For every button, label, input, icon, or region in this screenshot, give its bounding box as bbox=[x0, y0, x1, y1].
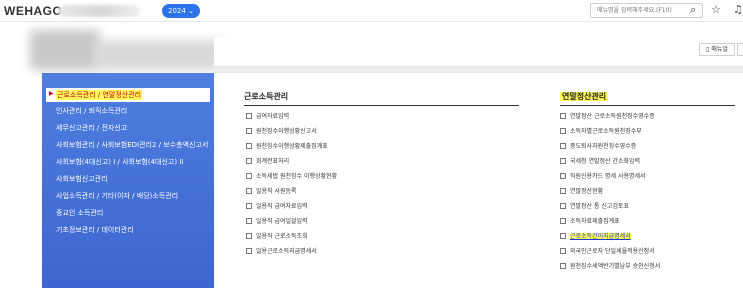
yearend-section-title: 연말정산관리 bbox=[560, 92, 609, 101]
menu-link[interactable]: 일용근로소득지급명세서 bbox=[246, 246, 317, 255]
menu-link[interactable]: 일용직 급여자료입력 bbox=[246, 201, 308, 210]
menu-link[interactable]: 원천징수이행상황신고서 bbox=[246, 126, 317, 135]
open-link-icon bbox=[246, 113, 252, 119]
menu-link-highlighted[interactable]: 근로소득간이지급명세서 bbox=[560, 231, 631, 240]
menu-link[interactable]: 급여자료입력 bbox=[246, 111, 289, 120]
open-link-icon bbox=[246, 173, 252, 179]
blurred-profile-area bbox=[0, 22, 232, 72]
menu-link[interactable]: 소득자별근로소득원천징수부 bbox=[560, 126, 642, 135]
sidebar-item[interactable]: 사회보험(4대신고) I / 사회보험(4대신고) II bbox=[56, 157, 183, 167]
manual-label: 매뉴얼 bbox=[711, 46, 728, 53]
open-link-icon bbox=[246, 248, 252, 254]
open-link-icon bbox=[246, 218, 252, 224]
open-link-icon bbox=[560, 113, 566, 119]
sidebar-item[interactable]: 기초정보관리 / 데이터관리 bbox=[56, 225, 134, 235]
sidebar-item-label: 근로소득관리 / 연말정산관리 bbox=[56, 90, 143, 100]
open-link-icon bbox=[246, 203, 252, 209]
menu-link[interactable]: 외국인근로자 단일세율적용신청서 bbox=[560, 246, 655, 255]
open-link-icon bbox=[560, 263, 566, 269]
open-link-icon bbox=[246, 143, 252, 149]
open-link-icon bbox=[560, 143, 566, 149]
sidebar-item[interactable]: 종교인 소득관리 bbox=[56, 208, 103, 218]
income-section-rule bbox=[244, 105, 519, 106]
open-link-icon bbox=[246, 233, 252, 239]
menu-link[interactable]: 국세청 연말정산 간소화입력 bbox=[560, 156, 640, 165]
open-link-icon bbox=[560, 248, 566, 254]
menu-link[interactable]: 연말정산 통 신고검토표 bbox=[560, 201, 629, 210]
menu-link[interactable]: 일용직 사원등록 bbox=[246, 186, 297, 195]
open-link-icon bbox=[246, 128, 252, 134]
sidebar-item-active[interactable]: ▶ 근로소득관리 / 연말정산관리 bbox=[46, 88, 210, 102]
menu-link[interactable]: 원천징수세액반기별납부 승인신청서 bbox=[560, 261, 660, 270]
menu-link[interactable]: 일용직 급여일괄입력 bbox=[246, 216, 308, 225]
sidebar-item[interactable]: 인사관리 / 퇴직소득관리 bbox=[56, 106, 127, 116]
toolbar-overflow-button[interactable] bbox=[737, 43, 743, 56]
wehago-logo[interactable]: WEHAGO bbox=[4, 4, 62, 18]
open-link-icon bbox=[560, 233, 566, 239]
yearend-section-rule bbox=[560, 105, 735, 106]
page-toolbar bbox=[214, 37, 743, 67]
top-bar: WEHAGO 2024 ⌄ ⌕ ☆ ♫ bbox=[0, 0, 743, 22]
company-name-blurred bbox=[58, 5, 140, 17]
star-icon[interactable]: ☆ bbox=[711, 2, 721, 18]
sidebar-item[interactable]: 사회보험신고관리 bbox=[56, 174, 108, 184]
menu-link[interactable]: 회계전표처리 bbox=[246, 156, 289, 165]
menu-content-panel: 근로소득관리 급여자료입력 원천징수이행상황신고서 원천징수이행상황제출집계표 … bbox=[214, 73, 743, 288]
menu-search-input[interactable] bbox=[590, 3, 703, 18]
menu-link[interactable]: 일용직 근로소득조회 bbox=[246, 231, 308, 240]
open-link-icon bbox=[560, 218, 566, 224]
search-icon[interactable]: ⌕ bbox=[690, 2, 696, 18]
menu-link[interactable]: 소득세법 원천징수 이행상황현황 bbox=[246, 171, 337, 180]
menu-link[interactable]: 중도퇴사자원천징수영수증 bbox=[560, 141, 636, 150]
menu-link[interactable]: 연말정산 근로소득원천징수영수증 bbox=[560, 111, 655, 120]
income-section-title: 근로소득관리 bbox=[244, 92, 289, 101]
open-link-icon bbox=[246, 158, 252, 164]
menu-category-sidebar: ▶ 근로소득관리 / 연말정산관리 인사관리 / 퇴직소득관리 세무신고관리 /… bbox=[42, 73, 214, 288]
open-link-icon bbox=[560, 128, 566, 134]
year-selector[interactable]: 2024 ⌄ bbox=[162, 4, 200, 18]
open-link-icon bbox=[560, 173, 566, 179]
open-link-icon bbox=[246, 188, 252, 194]
bell-icon[interactable]: ♫ bbox=[733, 2, 743, 18]
open-link-icon bbox=[560, 188, 566, 194]
sidebar-item[interactable]: 사회보험관리 / 사회보험EDI관리2 / 보수총액신고서 bbox=[56, 140, 208, 150]
caret-right-icon: ▶ bbox=[49, 90, 54, 97]
sidebar-item[interactable]: 세무신고관리 / 전자신고 bbox=[56, 123, 127, 133]
menu-link[interactable]: 연말정산현황 bbox=[560, 186, 603, 195]
manual-button[interactable]: ▯ 매뉴얼 bbox=[699, 43, 735, 56]
sidebar-item[interactable]: 사업소득관리 / 기타(이자 / 배당)소득관리 bbox=[56, 191, 178, 201]
open-link-icon bbox=[560, 203, 566, 209]
open-link-icon bbox=[560, 158, 566, 164]
menu-link[interactable]: 소득자료제출집계표 bbox=[560, 216, 620, 225]
menu-link[interactable]: 원천징수이행상황제출집계표 bbox=[246, 141, 328, 150]
menu-link[interactable]: 직원신용카드 명세 사용명세서 bbox=[560, 171, 646, 180]
